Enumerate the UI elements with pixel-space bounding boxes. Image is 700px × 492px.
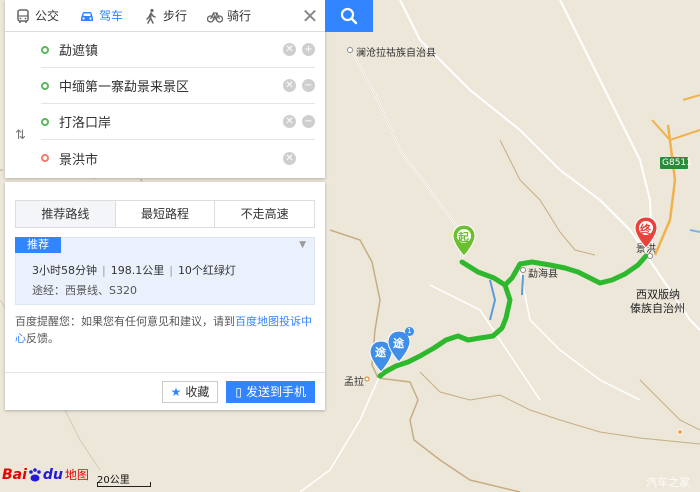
route-preference-tabs: 推荐路线 最短路程 不走高速 xyxy=(15,200,315,228)
waypoint-via-1[interactable]: 中缅第一寨勐景来景区 ✕ − xyxy=(41,68,315,104)
via-marker-count-badge: 1 xyxy=(405,327,414,336)
route-distance: 198.1公里 xyxy=(110,264,165,277)
close-icon[interactable]: ✕ xyxy=(295,0,325,32)
bike-icon xyxy=(207,11,224,23)
logo-text-bai: Bai xyxy=(2,466,27,483)
tab-drive-label: 驾车 xyxy=(99,9,124,23)
route-planner-panel: 公交 驾车 步行 骑行 ✕ ⇅ 勐遮镇 ✕ + 中缅第一寨勐景来景区 ✕ − 打… xyxy=(5,0,325,178)
waypoint-dot xyxy=(41,117,49,126)
action-bar: ★ 收藏 ▯ 发送到手机 xyxy=(5,372,325,410)
via-marker-2-label: 途 xyxy=(393,337,404,350)
clear-icon[interactable]: ✕ xyxy=(283,43,296,56)
chevron-down-icon[interactable]: ▼ xyxy=(299,240,306,250)
waypoint-end[interactable]: 景洪市 ✕ xyxy=(41,140,315,176)
end-marker-label: 终 xyxy=(640,223,651,236)
tab-walk[interactable]: 步行 xyxy=(133,0,197,32)
tab-walk-label: 步行 xyxy=(163,9,188,23)
waypoint-start[interactable]: 勐遮镇 ✕ + xyxy=(41,32,315,68)
waypoint-via-1-text[interactable]: 中缅第一寨勐景来景区 xyxy=(59,76,277,95)
start-marker-label: 起 xyxy=(458,231,469,244)
tip-suffix: 反馈。 xyxy=(26,332,59,345)
send-label: 发送到手机 xyxy=(245,385,306,399)
clear-icon[interactable]: ✕ xyxy=(283,151,296,165)
search-icon xyxy=(340,7,358,25)
route-stats: 3小时58分钟 | 198.1公里 | 10个红绿灯 xyxy=(32,264,236,277)
waypoint-dot xyxy=(41,45,49,54)
watermark: 汽车之家 xyxy=(646,476,690,489)
logo-text-map: 地图 xyxy=(64,468,89,482)
feedback-tip: 百度提醒您：如果您有任何意见和建议，请到百度地图投诉中心反馈。 xyxy=(15,313,315,347)
waypoint-end-text[interactable]: 景洪市 xyxy=(59,149,277,168)
clear-icon[interactable]: ✕ xyxy=(283,79,296,92)
send-to-phone-button[interactable]: ▯ 发送到手机 xyxy=(226,380,315,403)
remove-icon[interactable]: − xyxy=(302,115,315,128)
clear-icon[interactable]: ✕ xyxy=(283,115,296,128)
add-icon[interactable]: + xyxy=(302,43,315,56)
walk-icon xyxy=(146,8,156,24)
waypoint-dot xyxy=(41,81,49,90)
tab-bus[interactable]: 公交 xyxy=(5,0,69,32)
route-via: 途经：西景线、S320 xyxy=(32,284,137,297)
waypoint-start-text[interactable]: 勐遮镇 xyxy=(59,40,277,59)
map-label-xishuangbanna: 西双版纳 xyxy=(636,288,680,301)
remove-icon[interactable]: − xyxy=(302,79,315,92)
logo-text-du: du xyxy=(42,466,63,483)
tip-prefix: 百度提醒您：如果您有任何意见和建议，请到 xyxy=(15,315,235,328)
bus-icon xyxy=(17,8,29,23)
map-label-lancang: 澜沧拉祜族自治县 xyxy=(356,48,436,59)
map-label-menghai: 勐海县 xyxy=(528,269,558,280)
tab-bus-label: 公交 xyxy=(35,9,60,23)
tab-recommended[interactable]: 推荐路线 xyxy=(16,201,116,227)
swap-icon[interactable]: ⇅ xyxy=(15,128,26,143)
route-card[interactable]: 推荐 ▼ 3小时58分钟 | 198.1公里 | 10个红绿灯 途经：西景线、S320 xyxy=(15,237,315,305)
tab-bike[interactable]: 骑行 xyxy=(197,0,261,32)
phone-icon: ▯ xyxy=(235,384,242,399)
map-label-mengla: 孟拉 xyxy=(344,377,364,388)
waypoint-dot-end xyxy=(41,154,49,162)
search-button[interactable] xyxy=(325,0,373,32)
highway-shield-g8511: G8511 xyxy=(662,158,692,168)
route-traffic-lights: 10个红绿灯 xyxy=(177,264,236,277)
star-icon: ★ xyxy=(170,384,182,399)
travel-mode-tabs: 公交 驾车 步行 骑行 ✕ xyxy=(5,0,325,32)
tab-drive[interactable]: 驾车 xyxy=(69,0,133,32)
waypoint-via-2-text[interactable]: 打洛口岸 xyxy=(59,112,277,131)
map-label-autonomous-prefecture: 傣族自治州 xyxy=(630,302,685,315)
favorite-button[interactable]: ★ 收藏 xyxy=(161,380,219,403)
tab-shortest[interactable]: 最短路程 xyxy=(115,201,216,227)
baidu-map-logo: Bai du 地图 xyxy=(2,466,89,483)
route-duration: 3小时58分钟 xyxy=(32,264,97,277)
tab-no-highway[interactable]: 不走高速 xyxy=(215,201,315,227)
scale-bar xyxy=(97,482,151,487)
favorite-label: 收藏 xyxy=(185,385,210,399)
via-marker-1-label: 途 xyxy=(375,346,386,359)
waypoint-list: ⇅ 勐遮镇 ✕ + 中缅第一寨勐景来景区 ✕ − 打洛口岸 ✕ − 景洪市 ✕ xyxy=(5,32,325,178)
paw-icon xyxy=(29,467,41,481)
tab-bike-label: 骑行 xyxy=(227,9,252,23)
waypoint-via-2[interactable]: 打洛口岸 ✕ − xyxy=(41,104,315,140)
car-icon xyxy=(81,11,94,21)
recommended-tag: 推荐 xyxy=(15,237,61,253)
route-result-panel: 推荐路线 最短路程 不走高速 推荐 ▼ 3小时58分钟 | 198.1公里 | 10个红… xyxy=(5,182,325,410)
